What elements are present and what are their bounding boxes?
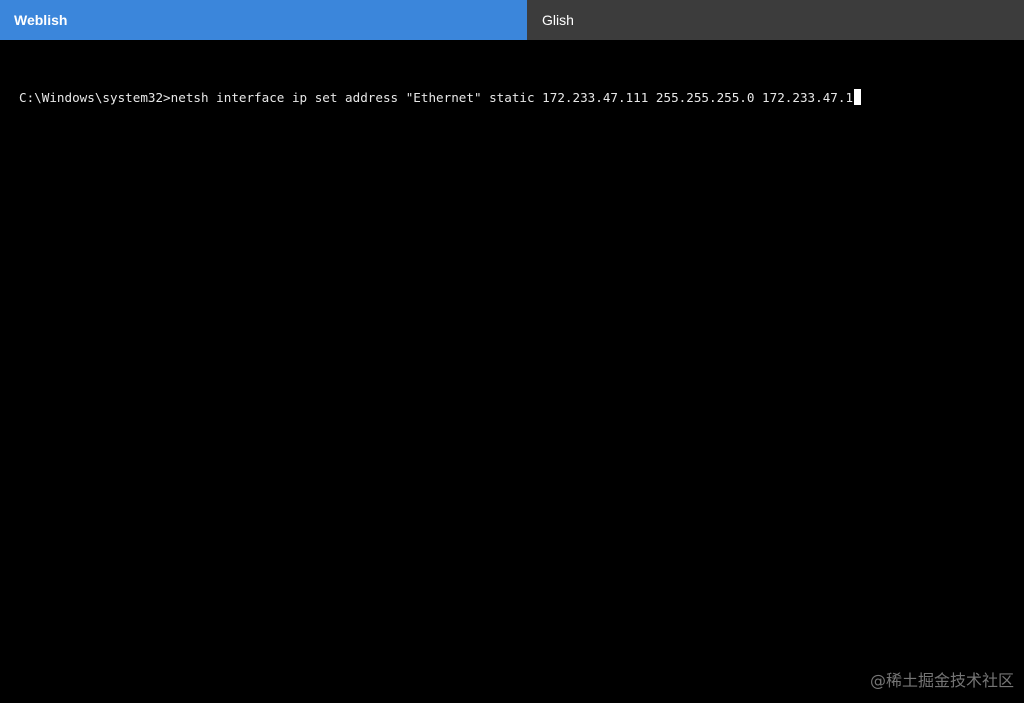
tab-weblish-label: Weblish	[14, 12, 68, 28]
serial-console-window: Weblish Glish C:\Windows\system32>netsh …	[0, 0, 1024, 703]
tab-bar: Weblish Glish	[0, 0, 1024, 40]
tab-glish[interactable]: Glish	[527, 0, 1024, 40]
text-cursor	[854, 89, 862, 105]
watermark: @稀土掘金技术社区	[869, 671, 1014, 690]
terminal-screen[interactable]: C:\Windows\system32>netsh interface ip s…	[0, 40, 1024, 703]
tab-weblish[interactable]: Weblish	[0, 0, 527, 40]
terminal-prompt: C:\Windows\system32>	[19, 90, 171, 105]
command-line: C:\Windows\system32>netsh interface ip s…	[19, 89, 862, 107]
terminal-command: netsh interface ip set address "Ethernet…	[170, 90, 854, 105]
tab-glish-label: Glish	[542, 12, 574, 28]
